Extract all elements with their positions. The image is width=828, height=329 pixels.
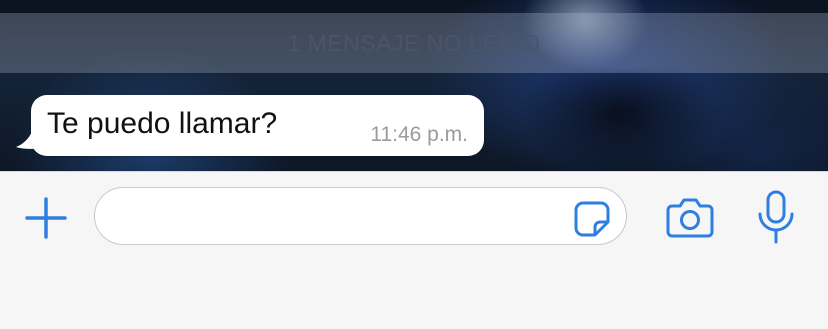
chat-background: 1 MENSAJE NO LEÍDO Te puedo llamar? 11:4… xyxy=(0,0,828,171)
sticker-icon[interactable] xyxy=(573,200,611,238)
message-text: Te puedo llamar? xyxy=(47,107,278,140)
message-timestamp: 11:46 p.m. xyxy=(370,123,468,146)
plus-icon[interactable] xyxy=(24,196,68,240)
wallpaper-shadow xyxy=(520,70,720,171)
camera-icon[interactable] xyxy=(666,196,714,238)
incoming-message-bubble[interactable]: Te puedo llamar? 11:46 p.m. xyxy=(31,95,484,156)
microphone-icon[interactable] xyxy=(756,190,796,244)
unread-messages-banner: 1 MENSAJE NO LEÍDO xyxy=(0,13,828,73)
message-input-field[interactable] xyxy=(94,187,627,245)
unread-banner-text: 1 MENSAJE NO LEÍDO xyxy=(287,29,541,56)
message-input[interactable] xyxy=(115,198,559,236)
message-input-bar xyxy=(0,171,828,329)
